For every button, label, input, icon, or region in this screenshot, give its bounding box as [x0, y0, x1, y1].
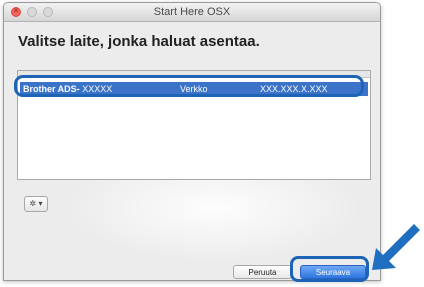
device-row-highlight: [14, 75, 364, 97]
pointer-arrow-icon: [372, 224, 420, 270]
installer-window: × Start Here OSX Valitse laite, jonka ha…: [3, 2, 381, 281]
title-bar[interactable]: × Start Here OSX: [4, 3, 380, 22]
gear-menu-button[interactable]: ✲ ▾: [24, 196, 48, 212]
page-heading: Valitse laite, jonka haluat asentaa.: [18, 33, 260, 50]
gear-icon: ✲ ▾: [29, 199, 43, 208]
next-button-highlight: [290, 256, 369, 282]
cancel-button[interactable]: Peruuta: [233, 265, 292, 279]
window-title: Start Here OSX: [153, 6, 231, 18]
